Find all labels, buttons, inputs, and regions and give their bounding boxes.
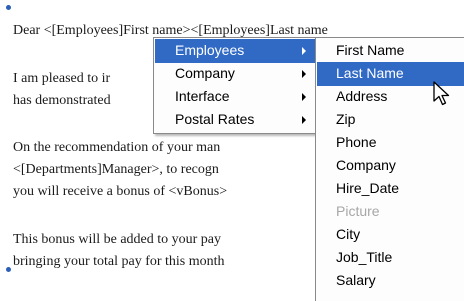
submenu-item-hire-date[interactable]: Hire_Date (317, 177, 464, 201)
submenu-item-company[interactable]: Company (317, 154, 464, 178)
insert-field-menu: Employees Company Interface Postal Rates (153, 37, 318, 134)
menu-item-label: Employees (175, 42, 245, 58)
submenu-arrow-icon (302, 93, 306, 101)
submenu-item-phone[interactable]: Phone (317, 131, 464, 155)
menu-item-label: Company (175, 65, 235, 81)
submenu-item-zip[interactable]: Zip (317, 108, 464, 132)
menu-item-company[interactable]: Company (155, 62, 316, 86)
menu-item-label: Interface (175, 88, 230, 104)
menu-item-label: Hire_Date (336, 180, 400, 196)
submenu-item-salary[interactable]: Salary (317, 269, 464, 293)
submenu-item-job-title[interactable]: Job_Title (317, 246, 464, 270)
menu-item-label: Job_Title (336, 249, 393, 265)
menu-item-label: Last Name (336, 65, 404, 81)
menu-item-label: Phone (336, 134, 377, 150)
submenu-arrow-icon (302, 116, 306, 124)
document-line: <[Departments]Manager>, to recogn (13, 162, 219, 177)
menu-item-interface[interactable]: Interface (155, 85, 316, 109)
submenu-item-city[interactable]: City (317, 223, 464, 247)
menu-item-label: Postal Rates (175, 111, 255, 127)
submenu-arrow-icon (302, 70, 306, 78)
document-line: This bonus will be added to your pay (13, 232, 222, 247)
menu-item-label: Address (336, 88, 388, 104)
menu-item-label: City (336, 226, 361, 242)
document-line: I am pleased to ir (13, 71, 111, 86)
submenu-arrow-icon (302, 47, 306, 55)
menu-item-label: Salary (336, 272, 376, 288)
arrow-pointer-icon (433, 81, 450, 106)
menu-item-postal-rates[interactable]: Postal Rates (155, 108, 316, 132)
document-line: On the recommendation of your man (13, 140, 221, 155)
document-line: has demonstrated (13, 93, 111, 108)
selection-handle[interactable] (6, 267, 11, 272)
submenu-item-picture: Picture (317, 200, 464, 224)
menu-item-label: First Name (336, 42, 405, 58)
employees-fields-submenu: First Name Last Name Address Zip Phone C… (315, 37, 464, 301)
selection-handle[interactable] (6, 5, 11, 10)
menu-item-label: Company (336, 157, 396, 173)
menu-item-label: Zip (336, 111, 356, 127)
document-line: you will receive a bonus of <vBonus> (13, 184, 228, 199)
document-line: bringing your total pay for this month (13, 254, 225, 269)
menu-item-employees[interactable]: Employees (155, 39, 316, 63)
menu-item-label: Picture (336, 203, 380, 219)
submenu-item-first-name[interactable]: First Name (317, 39, 464, 63)
